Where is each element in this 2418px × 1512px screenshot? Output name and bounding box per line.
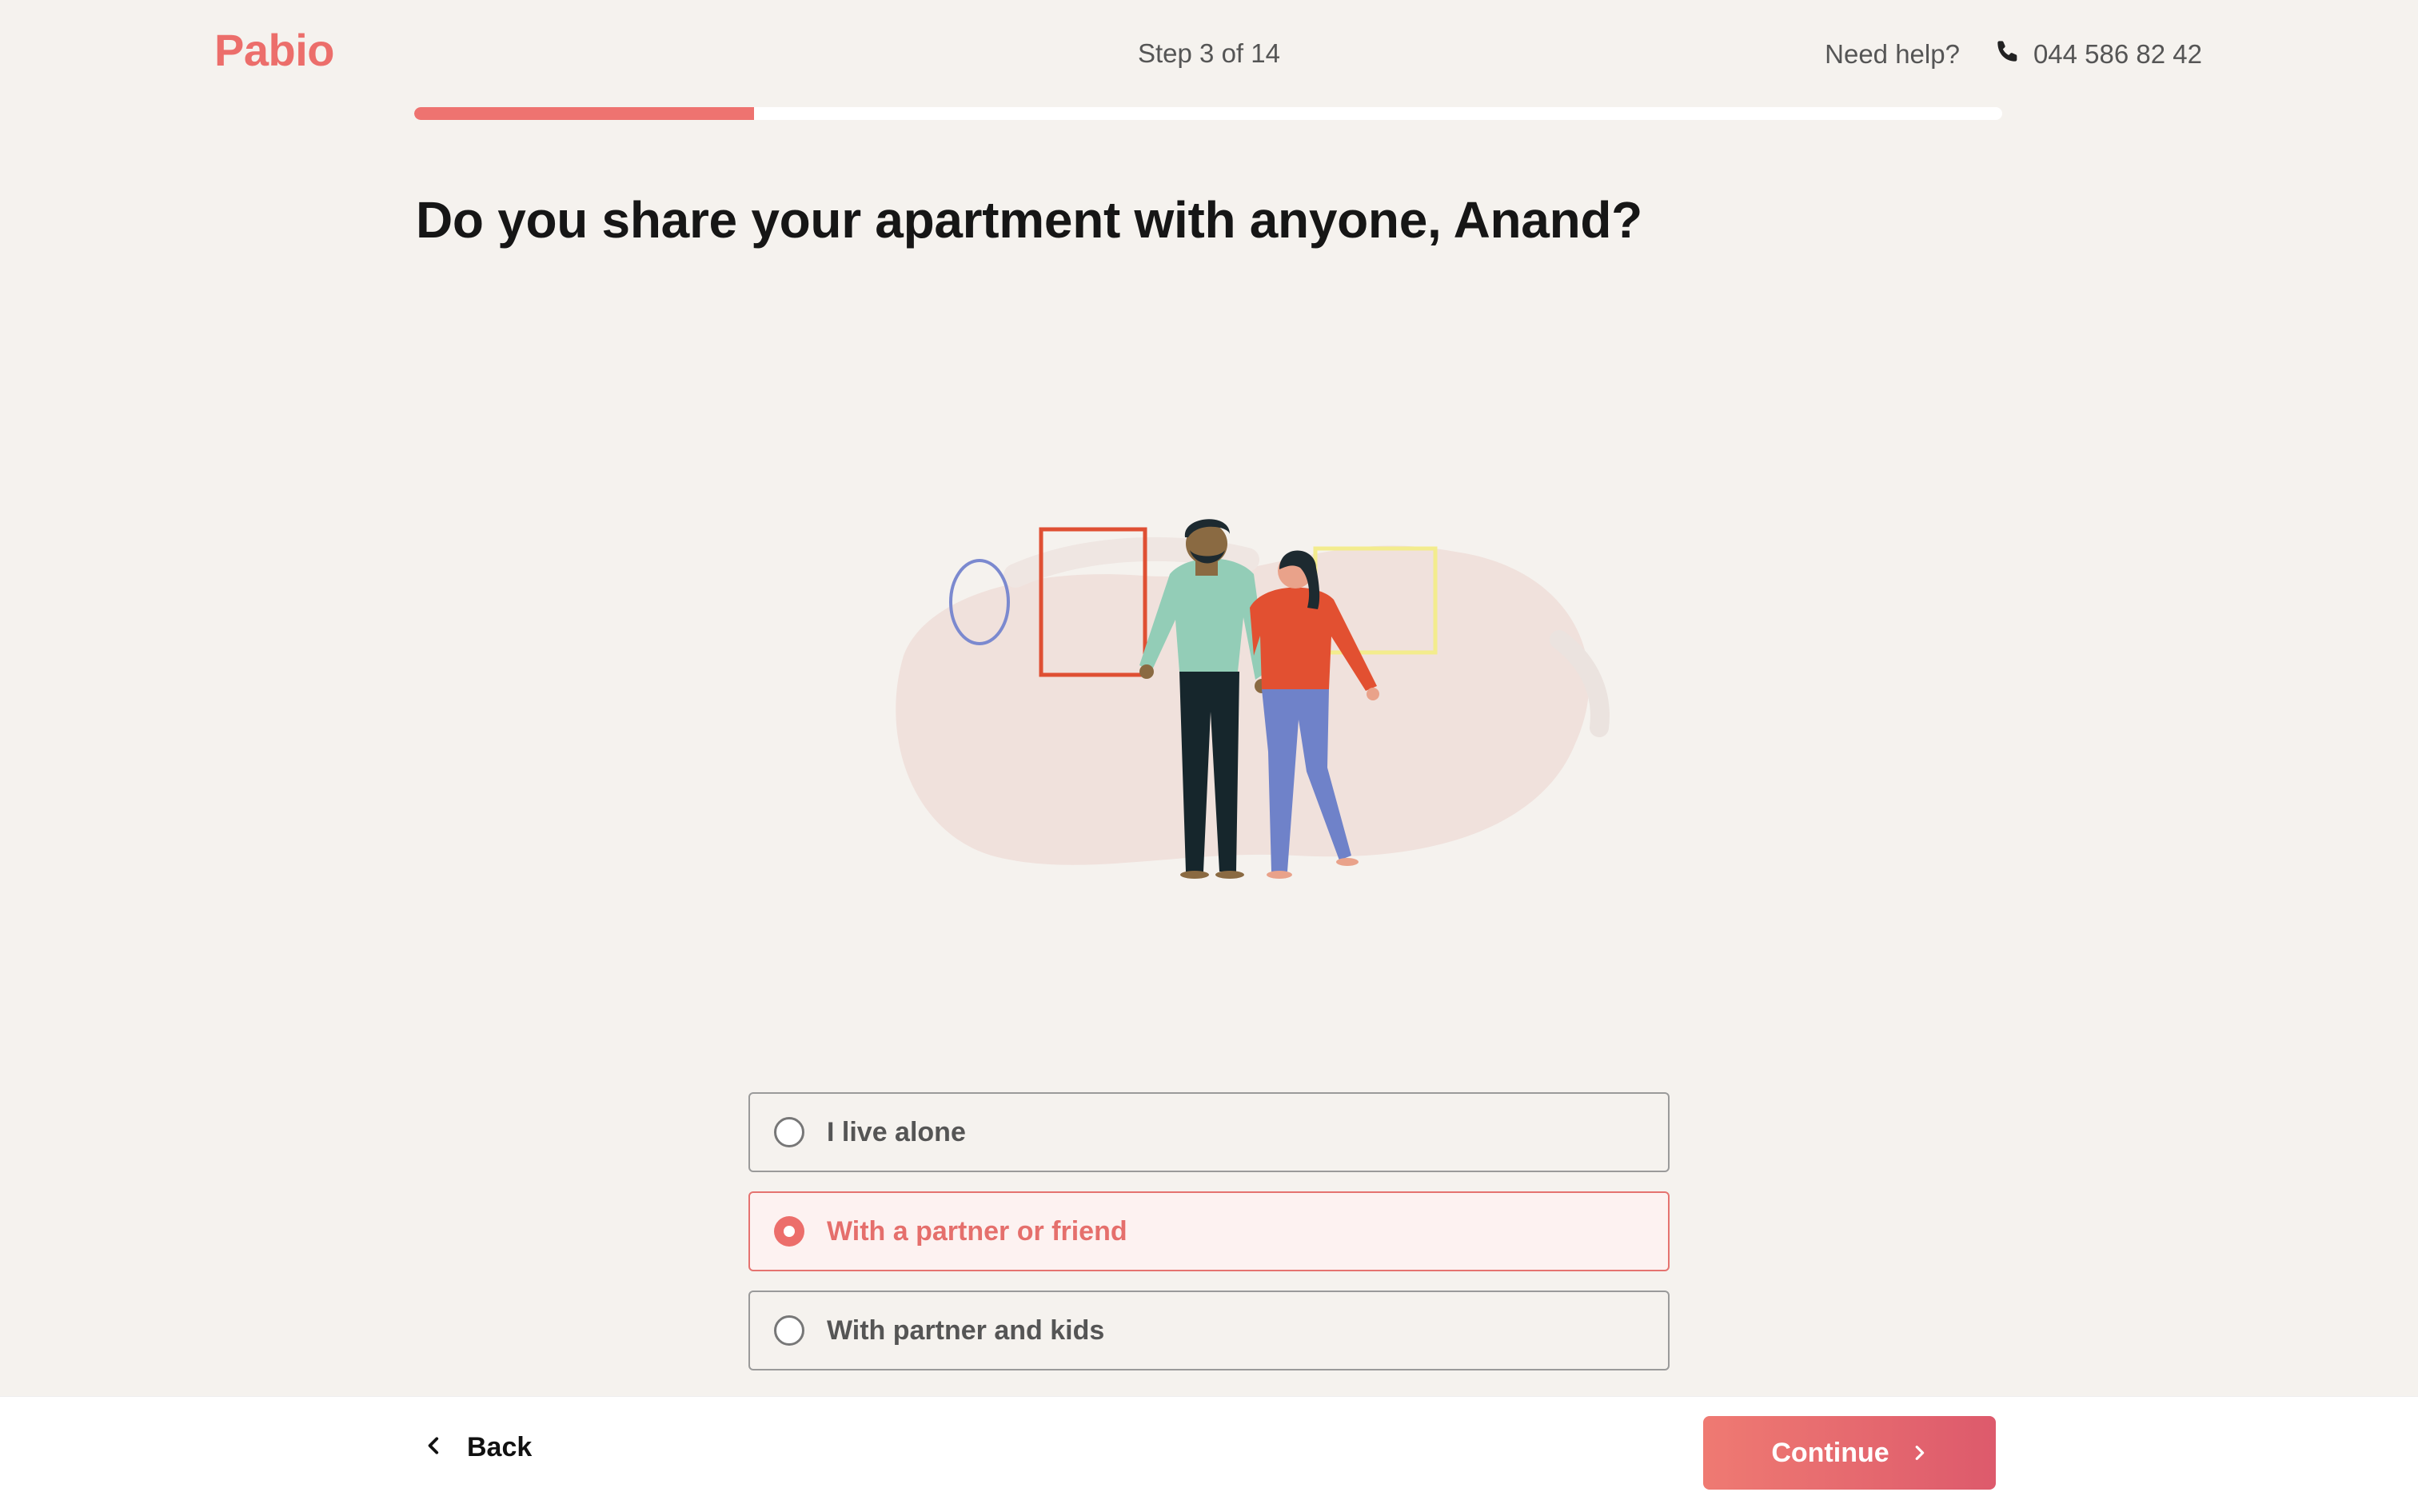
help-section: Need help? 044 586 82 42	[1825, 38, 2202, 70]
need-help-link[interactable]: Need help?	[1825, 39, 1960, 70]
option-partner-and-kids[interactable]: With partner and kids	[748, 1291, 1670, 1370]
option-partner-or-friend[interactable]: With a partner or friend	[748, 1191, 1670, 1271]
continue-label: Continue	[1771, 1437, 1889, 1468]
continue-button[interactable]: Continue	[1703, 1416, 1996, 1490]
radio-button[interactable]	[774, 1315, 804, 1346]
radio-button[interactable]	[774, 1117, 804, 1147]
option-label: With a partner or friend	[827, 1215, 1127, 1247]
answer-options: I live alone With a partner or friend Wi…	[748, 1092, 1670, 1390]
option-live-alone[interactable]: I live alone	[748, 1092, 1670, 1172]
progress-bar	[414, 107, 2002, 120]
back-button[interactable]: Back	[424, 1432, 532, 1463]
chevron-right-icon	[1910, 1438, 1928, 1469]
option-label: I live alone	[827, 1116, 966, 1147]
phone-contact[interactable]: 044 586 82 42	[1995, 38, 2202, 70]
back-label: Back	[467, 1432, 533, 1462]
progress-bar-fill	[414, 107, 754, 120]
footer-bar: Back Continue	[0, 1396, 2418, 1512]
chevron-left-icon	[424, 1432, 445, 1463]
phone-icon	[1995, 38, 2021, 70]
radio-button[interactable]	[774, 1216, 804, 1247]
question-title: Do you share your apartment with anyone,…	[416, 191, 1642, 249]
option-label: With partner and kids	[827, 1315, 1105, 1346]
phone-number: 044 586 82 42	[2033, 39, 2202, 69]
roommates-illustration	[880, 480, 1623, 912]
